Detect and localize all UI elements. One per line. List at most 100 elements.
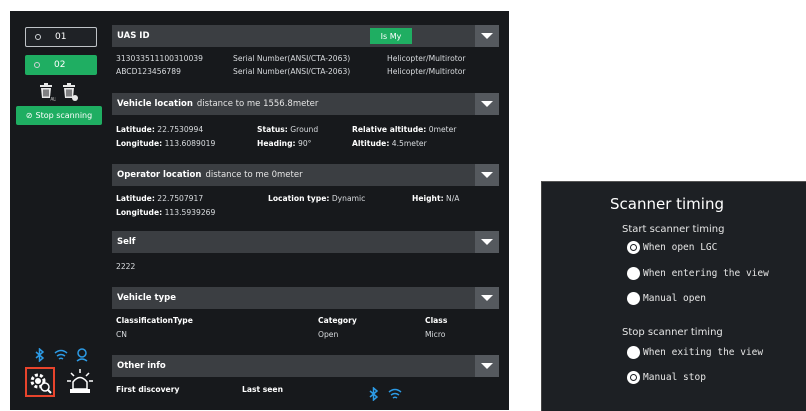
self-header[interactable]: Self xyxy=(112,231,499,253)
drone-scanner-app: 01 02 ALL ⊘ Stop scanning xyxy=(10,11,509,410)
vehicle-type-header[interactable]: Vehicle type xyxy=(112,287,499,309)
field-label: Relative altitude: xyxy=(352,125,427,134)
wifi-icon xyxy=(54,349,68,360)
chevron-down-icon[interactable] xyxy=(475,164,499,186)
operator-longitude: Longitude: 113.5939269 xyxy=(116,208,215,217)
stop-option-exiting-view[interactable]: When exiting the view xyxy=(627,346,763,359)
field-value: Ground xyxy=(290,125,319,134)
chevron-down-icon[interactable] xyxy=(475,25,499,47)
field-value: Dynamic xyxy=(331,194,366,203)
circle-icon xyxy=(34,62,40,68)
scanner-timing-dialog: Scanner timing Start scanner timing When… xyxy=(541,181,806,411)
svg-text:ALL: ALL xyxy=(51,97,57,102)
is-my-button[interactable]: Is My xyxy=(370,28,412,44)
radio-unselected-icon[interactable] xyxy=(627,267,640,280)
field-label: Latitude: xyxy=(116,194,155,203)
start-option-entering-view[interactable]: When entering the view xyxy=(627,267,769,280)
chevron-down-icon[interactable] xyxy=(475,231,499,253)
section-title: Self xyxy=(117,237,136,247)
chevron-down-icon[interactable] xyxy=(475,93,499,115)
vehicle-longitude: Longitude: 113.6089019 xyxy=(116,139,215,148)
option-label: Manual stop xyxy=(643,372,706,383)
uas-serial-type: Serial Number(ANSI/CTA-2063) xyxy=(233,54,351,63)
field-value: 90° xyxy=(297,139,312,148)
uas-aircraft-type: Helicopter/Multirotor xyxy=(387,54,466,63)
uas-id-value: 313033511100310039 xyxy=(116,54,203,63)
field-value: 113.5939269 xyxy=(164,208,216,217)
category-label: Category xyxy=(318,316,357,325)
location-icon xyxy=(76,348,88,362)
field-value: 113.6089019 xyxy=(164,139,216,148)
drone-details: UAS ID Is My 313033511100310039 Serial N… xyxy=(112,11,501,410)
option-label: When entering the view xyxy=(643,268,769,279)
vehicle-distance: distance to me 1556.8meter xyxy=(196,99,319,109)
field-label: Heading: xyxy=(257,139,296,148)
start-timing-title: Start scanner timing xyxy=(622,224,725,235)
device-button-02[interactable]: 02 xyxy=(25,55,97,75)
class-value: Micro xyxy=(425,330,446,339)
field-label: Longitude: xyxy=(116,139,163,148)
field-label: Longitude: xyxy=(116,208,163,217)
classification-value: CN xyxy=(116,330,127,339)
trash-all-icon[interactable]: ALL xyxy=(38,83,56,103)
field-label: Latitude: xyxy=(116,125,155,134)
bluetooth-icon xyxy=(35,348,45,362)
uas-serial-type: Serial Number(ANSI/CTA-2063) xyxy=(233,67,351,76)
start-option-open-lgc[interactable]: When open LGC xyxy=(627,241,717,254)
chevron-down-icon[interactable] xyxy=(475,287,499,309)
chevron-down-icon[interactable] xyxy=(475,355,499,377)
dialog-title: Scanner timing xyxy=(610,195,724,213)
radio-unselected-icon[interactable] xyxy=(627,346,640,359)
stop-scanning-label: Stop scanning xyxy=(35,111,93,120)
uas-id-value: ABCD123456789 xyxy=(116,67,181,76)
field-value: 22.7507917 xyxy=(157,194,204,203)
bluetooth-icon xyxy=(369,387,379,401)
stop-timing-title: Stop scanner timing xyxy=(622,327,723,338)
operator-location-type: Location type: Dynamic xyxy=(268,194,365,203)
operator-latitude: Latitude: 22.7507917 xyxy=(116,194,203,203)
device-label: 02 xyxy=(54,60,66,70)
option-label: Manual open xyxy=(643,293,706,304)
radio-unselected-icon[interactable] xyxy=(627,292,640,305)
self-value: 2222 xyxy=(116,262,136,271)
option-label: When exiting the view xyxy=(643,347,764,358)
gear-search-icon xyxy=(30,373,52,394)
field-label: Altitude: xyxy=(352,139,390,148)
field-value: 22.7530994 xyxy=(157,125,204,134)
last-seen-label: Last seen xyxy=(242,385,283,394)
field-label: Status: xyxy=(257,125,288,134)
option-label: When open LGC xyxy=(643,242,718,253)
uas-id-header[interactable]: UAS ID Is My xyxy=(112,25,499,47)
siren-icon xyxy=(67,369,93,393)
uas-aircraft-type: Helicopter/Multirotor xyxy=(387,67,466,76)
vehicle-latitude: Latitude: 22.7530994 xyxy=(116,125,203,134)
stop-option-manual-stop[interactable]: Manual stop xyxy=(627,371,706,384)
vehicle-altitude: Altitude: 4.5meter xyxy=(352,139,427,148)
radio-selected-icon[interactable] xyxy=(627,371,640,384)
section-title: Other info xyxy=(117,361,166,371)
operator-location-header[interactable]: Operator location distance to me 0meter xyxy=(112,164,499,186)
operator-height: Height: N/A xyxy=(412,194,459,203)
other-info-header[interactable]: Other info xyxy=(112,355,499,377)
status-icons xyxy=(34,348,88,362)
vehicle-location-header[interactable]: Vehicle location distance to me 1556.8me… xyxy=(112,93,499,115)
device-button-01[interactable]: 01 xyxy=(25,27,97,47)
stop-scanning-button[interactable]: ⊘ Stop scanning xyxy=(16,106,102,125)
section-title: Vehicle type xyxy=(117,293,176,303)
trash-selected-icon[interactable] xyxy=(61,83,79,103)
field-value: 4.5meter xyxy=(391,139,427,148)
class-label: Class xyxy=(425,316,448,325)
field-value: 0meter xyxy=(428,125,457,134)
vehicle-status: Status: Ground xyxy=(257,125,318,134)
section-title: Operator location xyxy=(117,170,202,180)
stop-circle-icon: ⊘ xyxy=(25,111,33,120)
section-title: UAS ID xyxy=(117,31,150,41)
device-label: 01 xyxy=(55,32,67,42)
radio-selected-icon[interactable] xyxy=(627,241,640,254)
scanner-settings-button[interactable] xyxy=(25,367,55,397)
start-option-manual-open[interactable]: Manual open xyxy=(627,292,706,305)
first-discovery-label: First discovery xyxy=(116,385,180,394)
category-value: Open xyxy=(318,330,339,339)
field-value: N/A xyxy=(446,194,460,203)
alarm-button[interactable] xyxy=(65,367,95,397)
